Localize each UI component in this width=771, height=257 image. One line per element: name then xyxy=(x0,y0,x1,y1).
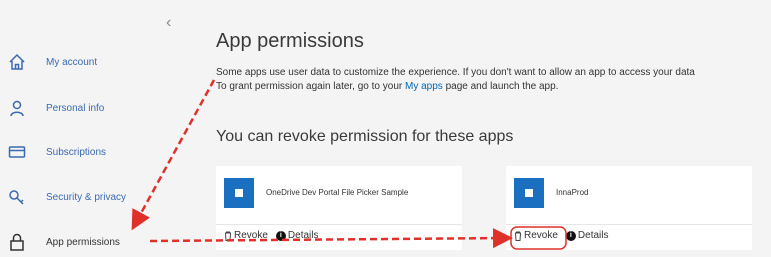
details-button[interactable]: i Details xyxy=(275,230,319,241)
page-title: App permissions xyxy=(216,30,364,52)
sidebar-item-label: App permissions xyxy=(46,236,120,248)
app-card: OneDrive Dev Portal File Picker Sample R… xyxy=(216,166,462,250)
sidebar-item-label: Subscriptions xyxy=(46,146,107,158)
sidebar-item-subscriptions[interactable]: Subscriptions xyxy=(0,137,200,167)
info-icon: i xyxy=(275,230,286,241)
sidebar-item-personal-info[interactable]: Personal info xyxy=(0,93,200,123)
description-line: Some apps use user data to customize the… xyxy=(216,67,695,78)
card-actions: Revoke i Details xyxy=(514,230,616,241)
sidebar-item-label: Security & privacy xyxy=(46,191,127,203)
description-text: page and launch the app. xyxy=(442,81,559,92)
sidebar: ‹ My account Personal info Subscriptions… xyxy=(0,0,200,257)
info-icon: i xyxy=(565,230,576,241)
section-title: You can revoke permission for these apps xyxy=(216,128,514,145)
collapse-chevron-icon[interactable]: ‹ xyxy=(166,14,171,32)
app-card: InnaProd Revoke i Details xyxy=(506,166,752,250)
main-content: App permissions Some apps use user data … xyxy=(200,0,771,257)
page-description: Some apps use user data to customize the… xyxy=(216,66,771,94)
home-icon xyxy=(9,53,25,70)
person-icon xyxy=(10,100,24,117)
description-line: To grant permission again later, go to y… xyxy=(216,80,771,94)
sidebar-item-label: Personal info xyxy=(46,102,105,114)
app-name: InnaProd xyxy=(556,188,589,197)
revoke-button[interactable]: Revoke xyxy=(514,230,558,241)
key-icon xyxy=(9,190,24,205)
trash-icon xyxy=(225,231,231,241)
app-tile-icon xyxy=(224,178,254,208)
card-icon xyxy=(8,146,26,158)
my-apps-link[interactable]: My apps xyxy=(405,81,443,92)
revoke-label: Revoke xyxy=(234,230,268,241)
sidebar-item-security-privacy[interactable]: Security & privacy xyxy=(0,182,200,212)
trash-icon xyxy=(515,231,521,241)
details-button[interactable]: i Details xyxy=(565,230,609,241)
sidebar-item-my-account[interactable]: My account xyxy=(0,47,200,77)
sidebar-item-app-permissions[interactable]: App permissions xyxy=(0,227,200,257)
sidebar-item-label: My account xyxy=(46,56,98,68)
card-actions: Revoke i Details xyxy=(224,230,326,241)
divider xyxy=(506,224,752,225)
app-name: OneDrive Dev Portal File Picker Sample xyxy=(266,188,409,197)
revoke-button[interactable]: Revoke xyxy=(224,230,268,241)
divider xyxy=(216,224,462,225)
description-text: To grant permission again later, go to y… xyxy=(216,81,405,92)
app-tile-icon xyxy=(514,178,544,208)
revoke-label: Revoke xyxy=(524,230,558,241)
details-label: Details xyxy=(287,230,319,241)
lock-icon xyxy=(10,233,24,251)
details-label: Details xyxy=(577,230,609,241)
